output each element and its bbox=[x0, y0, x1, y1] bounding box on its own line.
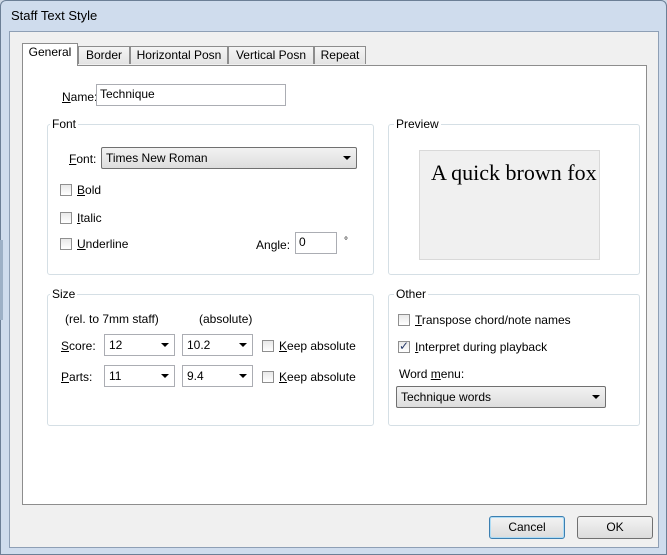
abs-header: (absolute) bbox=[199, 312, 253, 326]
tab-general[interactable]: General bbox=[22, 43, 78, 66]
parts-keep-absolute-label: Keep absolute bbox=[279, 370, 356, 384]
parts-rel-dropdown[interactable]: 11 bbox=[104, 365, 175, 387]
tab-vertical-posn[interactable]: Vertical Posn bbox=[228, 46, 314, 64]
preview-box: A quick brown fox bbox=[419, 150, 600, 260]
parts-abs-dropdown[interactable]: 9.4 bbox=[182, 365, 253, 387]
score-abs-dropdown[interactable]: 10.2 bbox=[182, 334, 253, 356]
parts-keep-absolute-checkbox[interactable] bbox=[262, 371, 274, 383]
size-group-label: Size bbox=[50, 287, 78, 301]
name-input[interactable]: Technique bbox=[96, 84, 286, 106]
chevron-down-icon bbox=[343, 156, 351, 160]
angle-label: Angle: bbox=[256, 238, 291, 252]
font-dropdown-value: Times New Roman bbox=[106, 151, 208, 165]
chevron-down-icon bbox=[239, 374, 247, 378]
interpret-playback-checkbox[interactable]: ✓ bbox=[398, 339, 410, 353]
parts-abs-value: 9.4 bbox=[187, 369, 204, 383]
name-label: Name: bbox=[62, 90, 98, 104]
font-group-label: Font bbox=[50, 117, 79, 131]
transpose-checkbox[interactable] bbox=[398, 314, 410, 326]
ok-button[interactable]: OK bbox=[577, 516, 653, 539]
window-edge bbox=[0, 240, 3, 320]
word-menu-dropdown[interactable]: Technique words bbox=[396, 386, 606, 408]
italic-checkbox[interactable] bbox=[60, 212, 72, 224]
italic-label: Italic bbox=[77, 211, 102, 225]
bold-checkbox[interactable] bbox=[60, 184, 72, 196]
font-dropdown[interactable]: Times New Roman bbox=[101, 147, 357, 169]
underline-checkbox[interactable] bbox=[60, 238, 72, 250]
preview-group-label: Preview bbox=[394, 117, 441, 131]
parts-rel-value: 11 bbox=[109, 369, 122, 383]
bold-label: Bold bbox=[77, 183, 102, 197]
tab-border[interactable]: Border bbox=[78, 46, 130, 64]
other-group-label: Other bbox=[394, 287, 429, 301]
preview-text: A quick brown fox bbox=[431, 160, 597, 185]
interpret-playback-label: Interpret during playback bbox=[415, 340, 548, 354]
chevron-down-icon bbox=[161, 343, 169, 347]
window-title: Staff Text Style bbox=[11, 8, 98, 23]
word-menu-label: Word menu: bbox=[399, 367, 465, 381]
font-label: Font: bbox=[69, 152, 97, 166]
title-bar[interactable]: Staff Text Style bbox=[1, 1, 666, 29]
degree-symbol: ° bbox=[344, 236, 348, 247]
word-menu-value: Technique words bbox=[401, 390, 492, 404]
chevron-down-icon bbox=[161, 374, 169, 378]
chevron-down-icon bbox=[592, 395, 600, 399]
tab-repeat[interactable]: Repeat bbox=[314, 46, 366, 64]
score-abs-value: 10.2 bbox=[187, 338, 211, 352]
tab-horizontal-posn[interactable]: Horizontal Posn bbox=[130, 46, 228, 64]
transpose-label: Transpose chord/note names bbox=[415, 313, 571, 327]
score-keep-absolute-checkbox[interactable] bbox=[262, 340, 274, 352]
score-rel-value: 12 bbox=[109, 338, 123, 352]
checkmark-icon: ✓ bbox=[399, 339, 410, 353]
score-rel-dropdown[interactable]: 12 bbox=[104, 334, 175, 356]
score-label: Score: bbox=[61, 339, 96, 353]
score-keep-absolute-label: Keep absolute bbox=[279, 339, 356, 353]
cancel-button[interactable]: Cancel bbox=[489, 516, 565, 539]
angle-input[interactable]: 0 bbox=[295, 232, 337, 254]
chevron-down-icon bbox=[239, 343, 247, 347]
underline-label: Underline bbox=[77, 237, 129, 251]
parts-label: Parts: bbox=[61, 370, 93, 384]
rel-header: (rel. to 7mm staff) bbox=[65, 312, 159, 326]
